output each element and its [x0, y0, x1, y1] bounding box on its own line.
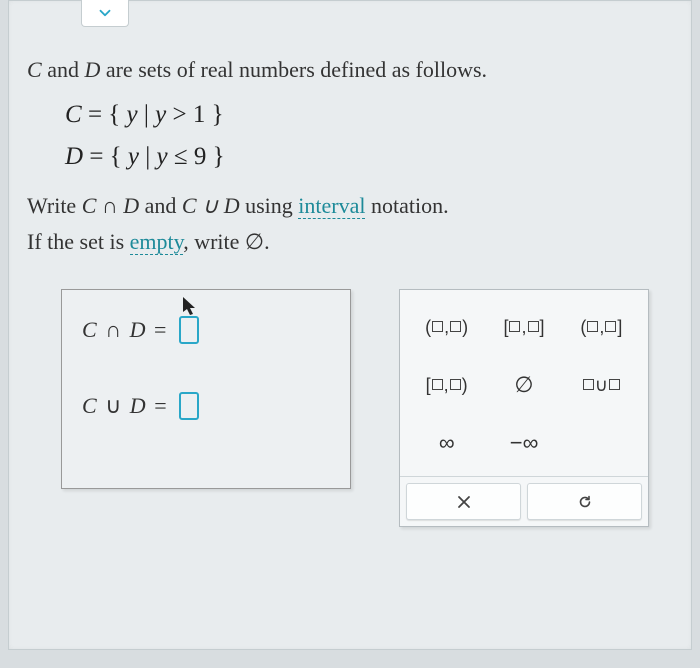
set-D-name: D	[84, 57, 100, 82]
answer-input-union[interactable]	[179, 392, 199, 420]
question-page: C and D are sets of real numbers defined…	[8, 0, 692, 650]
palette-spacer	[563, 416, 640, 470]
hint-text: If the set is empty, write ∅.	[27, 229, 663, 255]
undo-icon	[577, 494, 593, 510]
palette-empty-set[interactable]: ∅	[485, 358, 562, 412]
empty-link[interactable]: empty	[130, 229, 184, 255]
set-C-name: C	[27, 57, 42, 82]
problem-content: C and D are sets of real numbers defined…	[9, 1, 691, 547]
chevron-down-icon	[96, 4, 114, 22]
palette-open-closed[interactable]: (,]	[563, 300, 640, 354]
palette-infinity[interactable]: ∞	[408, 416, 485, 470]
set-definitions: C = { y | y > 1 } D = { y | y ≤ 9 }	[65, 101, 663, 171]
answer-panels: C ∩ D = C ∪ D = (,) [,] (,] [,) ∅ ∪ ∞	[27, 289, 663, 527]
interval-link[interactable]: interval	[298, 193, 365, 219]
answer-label-intersection: C ∩ D =	[82, 317, 169, 343]
palette-union[interactable]: ∪	[563, 358, 640, 412]
symbol-palette: (,) [,] (,] [,) ∅ ∪ ∞ −∞	[399, 289, 649, 527]
answer-row-intersection: C ∩ D =	[82, 316, 330, 344]
close-icon	[456, 494, 472, 510]
answer-box: C ∩ D = C ∪ D =	[61, 289, 351, 489]
answer-row-union: C ∪ D =	[82, 392, 330, 420]
palette-closed-closed[interactable]: [,]	[485, 300, 562, 354]
intro-text: C and D are sets of real numbers defined…	[27, 57, 663, 83]
definition-D: D = { y | y ≤ 9 }	[65, 143, 663, 171]
palette-open-open[interactable]: (,)	[408, 300, 485, 354]
palette-closed-open[interactable]: [,)	[408, 358, 485, 412]
palette-neg-infinity[interactable]: −∞	[485, 416, 562, 470]
answer-label-union: C ∪ D =	[82, 393, 169, 419]
answer-input-intersection[interactable]	[179, 316, 199, 344]
reset-button[interactable]	[527, 483, 642, 520]
definition-C: C = { y | y > 1 }	[65, 101, 663, 129]
expand-toggle[interactable]	[81, 0, 129, 27]
task-text: Write C ∩ D and C ∪ D using interval not…	[27, 193, 663, 219]
clear-button[interactable]	[406, 483, 521, 520]
